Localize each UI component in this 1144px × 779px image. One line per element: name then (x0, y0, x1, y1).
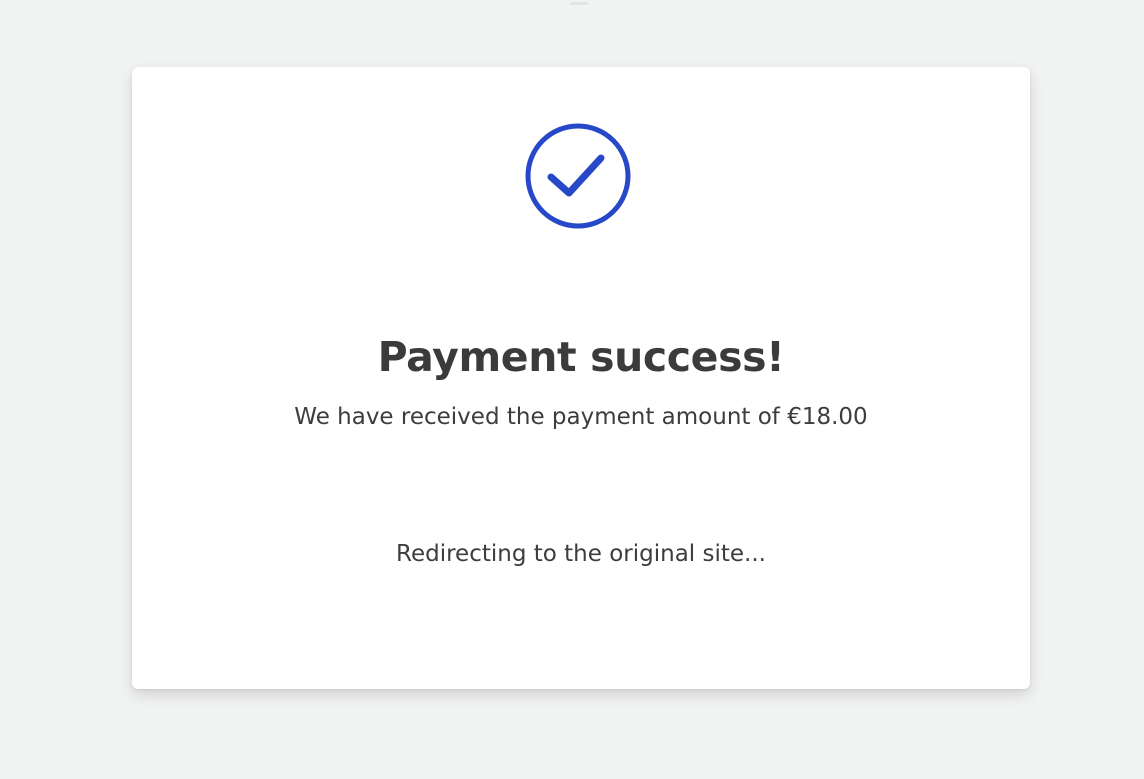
top-edge-marker (570, 2, 588, 5)
check-circle-icon (524, 122, 632, 230)
payment-result-page: Payment success! We have received the pa… (0, 0, 1144, 779)
payment-status-card: Payment success! We have received the pa… (132, 67, 1030, 689)
payment-received-message: We have received the payment amount of €… (294, 404, 868, 430)
redirect-status-text: Redirecting to the original site... (396, 541, 766, 567)
payment-success-title: Payment success! (377, 333, 785, 381)
